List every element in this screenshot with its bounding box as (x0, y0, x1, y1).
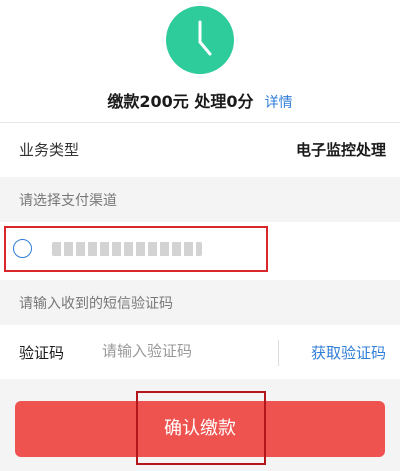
get-code-button[interactable]: 获取验证码 (311, 342, 386, 363)
status-header: 缴款200元 处理0分 详情 (0, 0, 400, 122)
code-label: 验证码 (19, 344, 65, 362)
highlight-box (4, 226, 268, 272)
clock-icon (166, 6, 234, 74)
details-link[interactable]: 详情 (265, 95, 293, 111)
payment-channel-label: 请选择支付渠道 (19, 193, 117, 209)
payment-summary: 缴款200元 处理0分 详情 (0, 88, 400, 116)
verification-code-row: 验证码 获取验证码 (0, 325, 400, 379)
sms-label: 请输入收到的短信验证码 (19, 296, 173, 312)
highlight-box (136, 391, 266, 465)
business-type-label: 业务类型 (19, 141, 80, 159)
business-type-row: 业务类型 电子监控处理 (0, 123, 400, 176)
separator (278, 340, 279, 366)
summary-text: 缴款200元 处理0分 (107, 92, 254, 111)
business-type-value: 电子监控处理 (295, 141, 386, 159)
sms-section: 请输入收到的短信验证码 (0, 280, 400, 325)
code-input[interactable] (102, 339, 267, 363)
payment-channel-section: 请选择支付渠道 (0, 177, 400, 222)
